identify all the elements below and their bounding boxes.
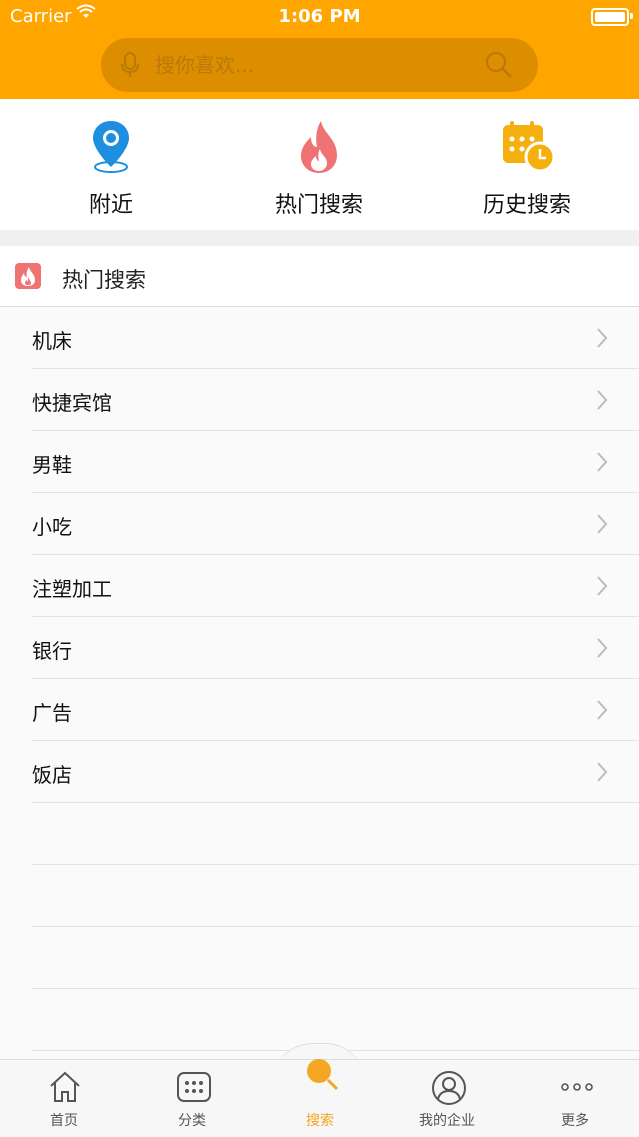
battery-icon — [591, 8, 633, 26]
empty-row — [32, 927, 639, 989]
home-icon — [48, 1070, 82, 1104]
chevron-right-icon — [595, 327, 609, 353]
status-bar: Carrier 1:06 PM — [0, 0, 639, 34]
search-bar[interactable] — [101, 38, 538, 92]
clock: 1:06 PM — [278, 6, 361, 27]
quick-link-nearby[interactable]: 附近 — [11, 99, 211, 230]
list-item-label: 机床 — [32, 329, 72, 353]
hot-search-title: 热门搜索 — [62, 268, 146, 292]
chevron-right-icon — [595, 389, 609, 415]
tab-label: 搜索 — [306, 1113, 334, 1129]
tab-label: 我的企业 — [419, 1113, 475, 1129]
search-icon — [304, 1056, 339, 1091]
tab-my-company[interactable]: 我的企业 — [387, 1060, 507, 1137]
list-item[interactable]: 广告 — [32, 679, 639, 741]
list-item[interactable]: 银行 — [32, 617, 639, 679]
hot-search-header: 热门搜索 — [0, 246, 639, 307]
section-divider — [0, 230, 639, 246]
chevron-right-icon — [595, 761, 609, 787]
quick-link-label: 历史搜索 — [482, 193, 571, 218]
tab-label: 更多 — [561, 1113, 589, 1129]
empty-row — [32, 865, 639, 927]
more-icon — [559, 1070, 593, 1104]
person-icon — [431, 1070, 466, 1105]
list-item[interactable]: 饭店 — [32, 741, 639, 803]
tab-category[interactable]: 分类 — [132, 1060, 252, 1137]
search-input[interactable] — [155, 51, 455, 79]
quick-link-label: 热门搜索 — [274, 193, 363, 218]
list-item-label: 快捷宾馆 — [32, 391, 112, 415]
location-pin-icon — [85, 119, 137, 175]
tab-more[interactable]: 更多 — [515, 1060, 635, 1137]
list-item[interactable]: 男鞋 — [32, 431, 639, 493]
list-item[interactable]: 机床 — [32, 307, 639, 369]
quick-links: 附近 热门搜索 历史搜索 — [0, 99, 639, 230]
quick-link-hot-search[interactable]: 热门搜索 — [219, 99, 419, 230]
chevron-right-icon — [595, 637, 609, 663]
list-item-label: 小吃 — [32, 515, 72, 539]
list-item[interactable]: 注塑加工 — [32, 555, 639, 617]
list-item-label: 注塑加工 — [32, 577, 112, 601]
chevron-right-icon — [595, 699, 609, 725]
quick-link-label: 附近 — [88, 193, 133, 218]
chevron-right-icon — [595, 451, 609, 477]
list-item-label: 男鞋 — [32, 453, 72, 477]
tab-home[interactable]: 首页 — [4, 1060, 124, 1137]
header: Carrier 1:06 PM — [0, 0, 639, 99]
calendar-clock-icon — [501, 119, 556, 175]
microphone-icon[interactable] — [119, 51, 141, 83]
quick-link-history[interactable]: 历史搜索 — [427, 99, 627, 230]
chevron-right-icon — [595, 513, 609, 539]
flame-badge-icon — [15, 263, 41, 289]
tab-label: 分类 — [178, 1113, 206, 1129]
hot-search-list: 机床 快捷宾馆 男鞋 小吃 注塑加工 银行 广告 饭店 — [0, 307, 639, 1051]
tab-bar: 首页 分类 搜索 我的企业 更多 — [0, 1059, 639, 1137]
flame-icon — [293, 119, 345, 175]
list-item[interactable]: 快捷宾馆 — [32, 369, 639, 431]
list-item[interactable]: 小吃 — [32, 493, 639, 555]
search-icon[interactable] — [484, 50, 514, 84]
tab-search[interactable]: 搜索 — [260, 1059, 380, 1137]
tab-label: 首页 — [50, 1113, 78, 1129]
grid-icon — [176, 1070, 211, 1104]
chevron-right-icon — [595, 575, 609, 601]
empty-row — [32, 803, 639, 865]
empty-row — [32, 989, 639, 1051]
list-item-label: 饭店 — [32, 763, 72, 787]
list-item-label: 广告 — [32, 701, 72, 725]
list-item-label: 银行 — [32, 639, 72, 663]
